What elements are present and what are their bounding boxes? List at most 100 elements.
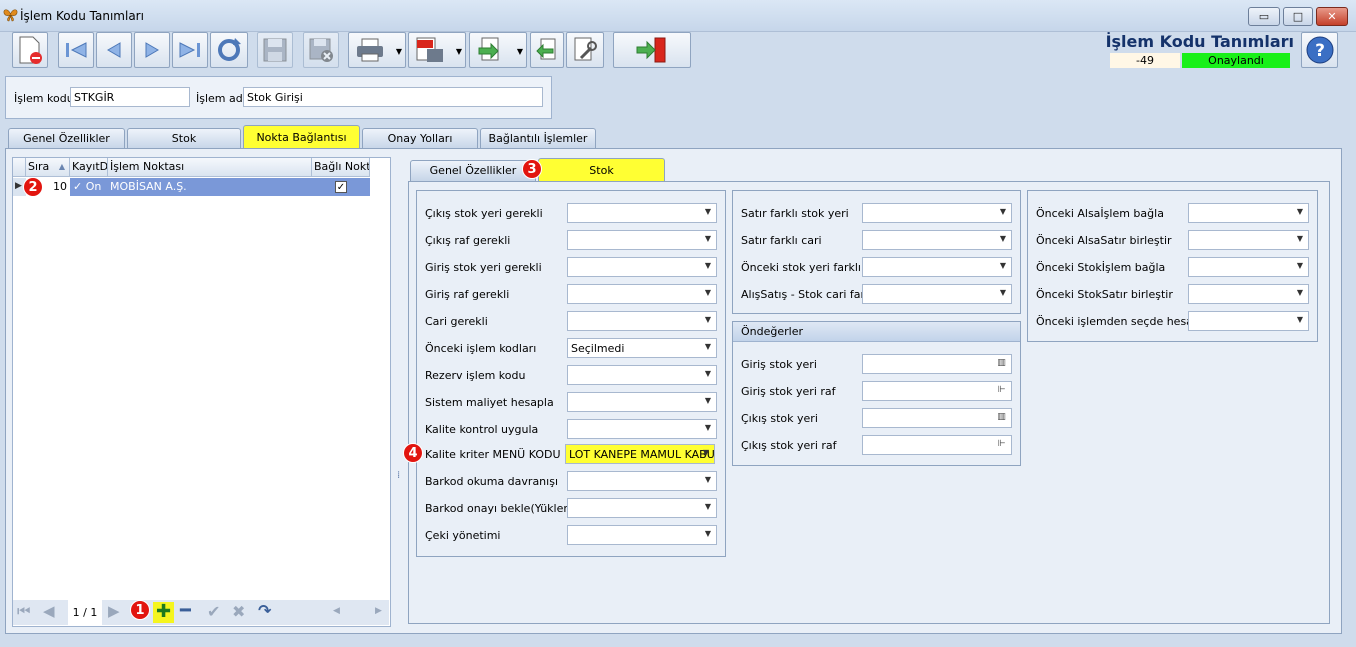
onceki-stok-islem-combo[interactable]: ▼: [1188, 257, 1309, 277]
badge-3: 3: [522, 159, 542, 179]
tab-genel-ozellikler[interactable]: Genel Özellikler: [8, 128, 125, 149]
last-record-button[interactable]: [172, 32, 208, 68]
ceki-yonetimi-combo[interactable]: ▼: [567, 525, 717, 545]
column-header-kayit[interactable]: KayıtDı: [70, 158, 108, 177]
nav-add-icon[interactable]: ✚: [153, 602, 174, 623]
settings-button[interactable]: [566, 32, 604, 68]
cari-gerekli-combo[interactable]: ▼: [567, 311, 717, 331]
exit-button[interactable]: [613, 32, 691, 68]
scroll-left-icon[interactable]: ◀: [333, 606, 340, 616]
onceki-alsa-satir-combo[interactable]: ▼: [1188, 230, 1309, 250]
rezerv-islem-kodu-combo[interactable]: ▼: [567, 365, 717, 385]
close-icon: ✕: [1327, 10, 1337, 23]
tab-stok[interactable]: Stok: [127, 128, 241, 149]
name-input[interactable]: Stok Girişi: [243, 87, 543, 107]
onceki-stok-yeri-combo[interactable]: ▼: [862, 257, 1012, 277]
tree-picker-icon[interactable]: ⊩: [995, 385, 1008, 397]
scroll-right-icon[interactable]: ▶: [375, 606, 382, 616]
minimize-button[interactable]: ▭: [1248, 7, 1280, 26]
giris-raf-combo[interactable]: ▼: [567, 284, 717, 304]
column-header-islem-noktasi[interactable]: İşlem Noktası: [108, 158, 312, 177]
tab-onay-yollari[interactable]: Onay Yolları: [362, 128, 478, 149]
nav-previous-icon[interactable]: ◀: [43, 602, 55, 620]
chevron-down-icon: ▼: [999, 207, 1006, 216]
nav-cancel-icon[interactable]: ✖: [232, 602, 245, 621]
nav-remove-icon[interactable]: ━: [180, 600, 191, 621]
column-header-sira[interactable]: Sıra ▲: [26, 158, 70, 177]
onceki-stok-satir-combo[interactable]: ▼: [1188, 284, 1309, 304]
cikis-stok-yeri-picker[interactable]: ▥: [862, 408, 1012, 428]
sort-asc-icon: ▲: [58, 162, 65, 171]
subtab-genel-ozellikler[interactable]: Genel Özellikler: [410, 160, 536, 181]
pdf-button[interactable]: ▼: [408, 32, 466, 68]
first-record-button[interactable]: [58, 32, 94, 68]
butterfly-icon: [3, 9, 18, 22]
nav-next-icon[interactable]: ▶: [108, 602, 120, 620]
cikis-stok-yeri-combo[interactable]: ▼: [567, 203, 717, 223]
cell-kayit[interactable]: ✓ On: [70, 178, 108, 196]
row-indicator-header: [13, 158, 26, 177]
chevron-down-icon: ▼: [704, 342, 711, 351]
table-row[interactable]: ▶ 10 ✓ On MOBİSAN A.Ş. ✓: [13, 178, 370, 196]
print-button[interactable]: ▼: [348, 32, 406, 68]
kalite-kriter-combo[interactable]: LOT KANEPE MAMUL KABUL ▼: [565, 444, 715, 464]
satir-farkli-cari-combo[interactable]: ▼: [862, 230, 1012, 250]
column-header-bagli-nokta[interactable]: Bağlı Nokta: [312, 158, 370, 177]
satir-farkli-stok-combo[interactable]: ▼: [862, 203, 1012, 223]
kalite-kontrol-combo[interactable]: ▼: [567, 419, 717, 439]
maximize-button[interactable]: □: [1283, 7, 1313, 26]
grid-picker-icon[interactable]: ▥: [995, 412, 1008, 424]
barkod-okuma-combo[interactable]: ▼: [567, 471, 717, 491]
cell-bagli-nokta[interactable]: ✓: [312, 178, 370, 196]
save-button[interactable]: [257, 32, 293, 68]
tab-bagli-islemler[interactable]: Bağlantılı İşlemler: [480, 128, 596, 149]
previous-icon: [107, 42, 121, 58]
splitter-handle[interactable]: ⁞: [397, 470, 400, 486]
save-icon: [263, 38, 287, 62]
help-icon: ?: [1306, 36, 1333, 64]
nav-first-icon[interactable]: ⏮: [17, 602, 31, 620]
new-record-button[interactable]: [12, 32, 48, 68]
giris-stok-yeri-combo[interactable]: ▼: [567, 257, 717, 277]
field-label: Satır farklı stok yeri: [741, 207, 849, 220]
onceki-islem-hesapla-combo[interactable]: ▼: [1188, 311, 1309, 331]
help-button[interactable]: ?: [1301, 32, 1338, 68]
previous-record-button[interactable]: [96, 32, 132, 68]
subtab-stok[interactable]: Stok: [538, 158, 665, 182]
field-label: AlışSatış - Stok cari farklı: [741, 288, 878, 301]
printer-icon: [357, 38, 383, 62]
chevron-down-icon: ▼: [1296, 315, 1303, 324]
onceki-islem-kodlari-combo[interactable]: Seçilmedi ▼: [567, 338, 717, 358]
nav-page-indicator: 1 / 1: [68, 600, 102, 625]
import-button[interactable]: [530, 32, 564, 68]
cell-islem-noktasi[interactable]: MOBİSAN A.Ş.: [108, 178, 312, 196]
bagli-nokta-checkbox[interactable]: ✓: [335, 181, 347, 193]
nav-confirm-icon[interactable]: ✔: [207, 602, 220, 621]
cikis-raf-combo[interactable]: ▼: [567, 230, 717, 250]
barkod-onayi-combo[interactable]: ▼: [567, 498, 717, 518]
export-button[interactable]: ▼: [469, 32, 527, 68]
giris-stok-yeri-raf-picker[interactable]: ⊩: [862, 381, 1012, 401]
refresh-button[interactable]: [210, 32, 248, 68]
next-record-button[interactable]: [134, 32, 170, 68]
onceki-alsa-islem-combo[interactable]: ▼: [1188, 203, 1309, 223]
ondegerler-group: Öndeğerler Giriş stok yeri ▥ Giriş stok …: [732, 321, 1021, 466]
close-button[interactable]: ✕: [1316, 7, 1348, 26]
field-label: Rezerv işlem kodu: [425, 369, 526, 382]
cikis-stok-yeri-raf-picker[interactable]: ⊩: [862, 435, 1012, 455]
save-close-button[interactable]: [303, 32, 339, 68]
sistem-maliyet-combo[interactable]: ▼: [567, 392, 717, 412]
tab-nokta-baglantisi[interactable]: Nokta Bağlantısı: [243, 125, 360, 149]
badge-2: 2: [23, 177, 43, 197]
badge-4: 4: [403, 443, 423, 463]
nav-refresh-icon[interactable]: ↷: [258, 601, 271, 620]
chevron-down-icon: ▼: [704, 315, 711, 324]
field-label: Önceki StokSatır birleştir: [1036, 288, 1173, 301]
tree-picker-icon[interactable]: ⊩: [995, 439, 1008, 451]
field-label: Giriş raf gerekli: [425, 288, 510, 301]
grid-picker-icon[interactable]: ▥: [995, 358, 1008, 370]
giris-stok-yeri-picker[interactable]: ▥: [862, 354, 1012, 374]
refresh-icon: [218, 38, 241, 61]
code-input[interactable]: STKGİR: [70, 87, 190, 107]
alis-satis-cari-combo[interactable]: ▼: [862, 284, 1012, 304]
